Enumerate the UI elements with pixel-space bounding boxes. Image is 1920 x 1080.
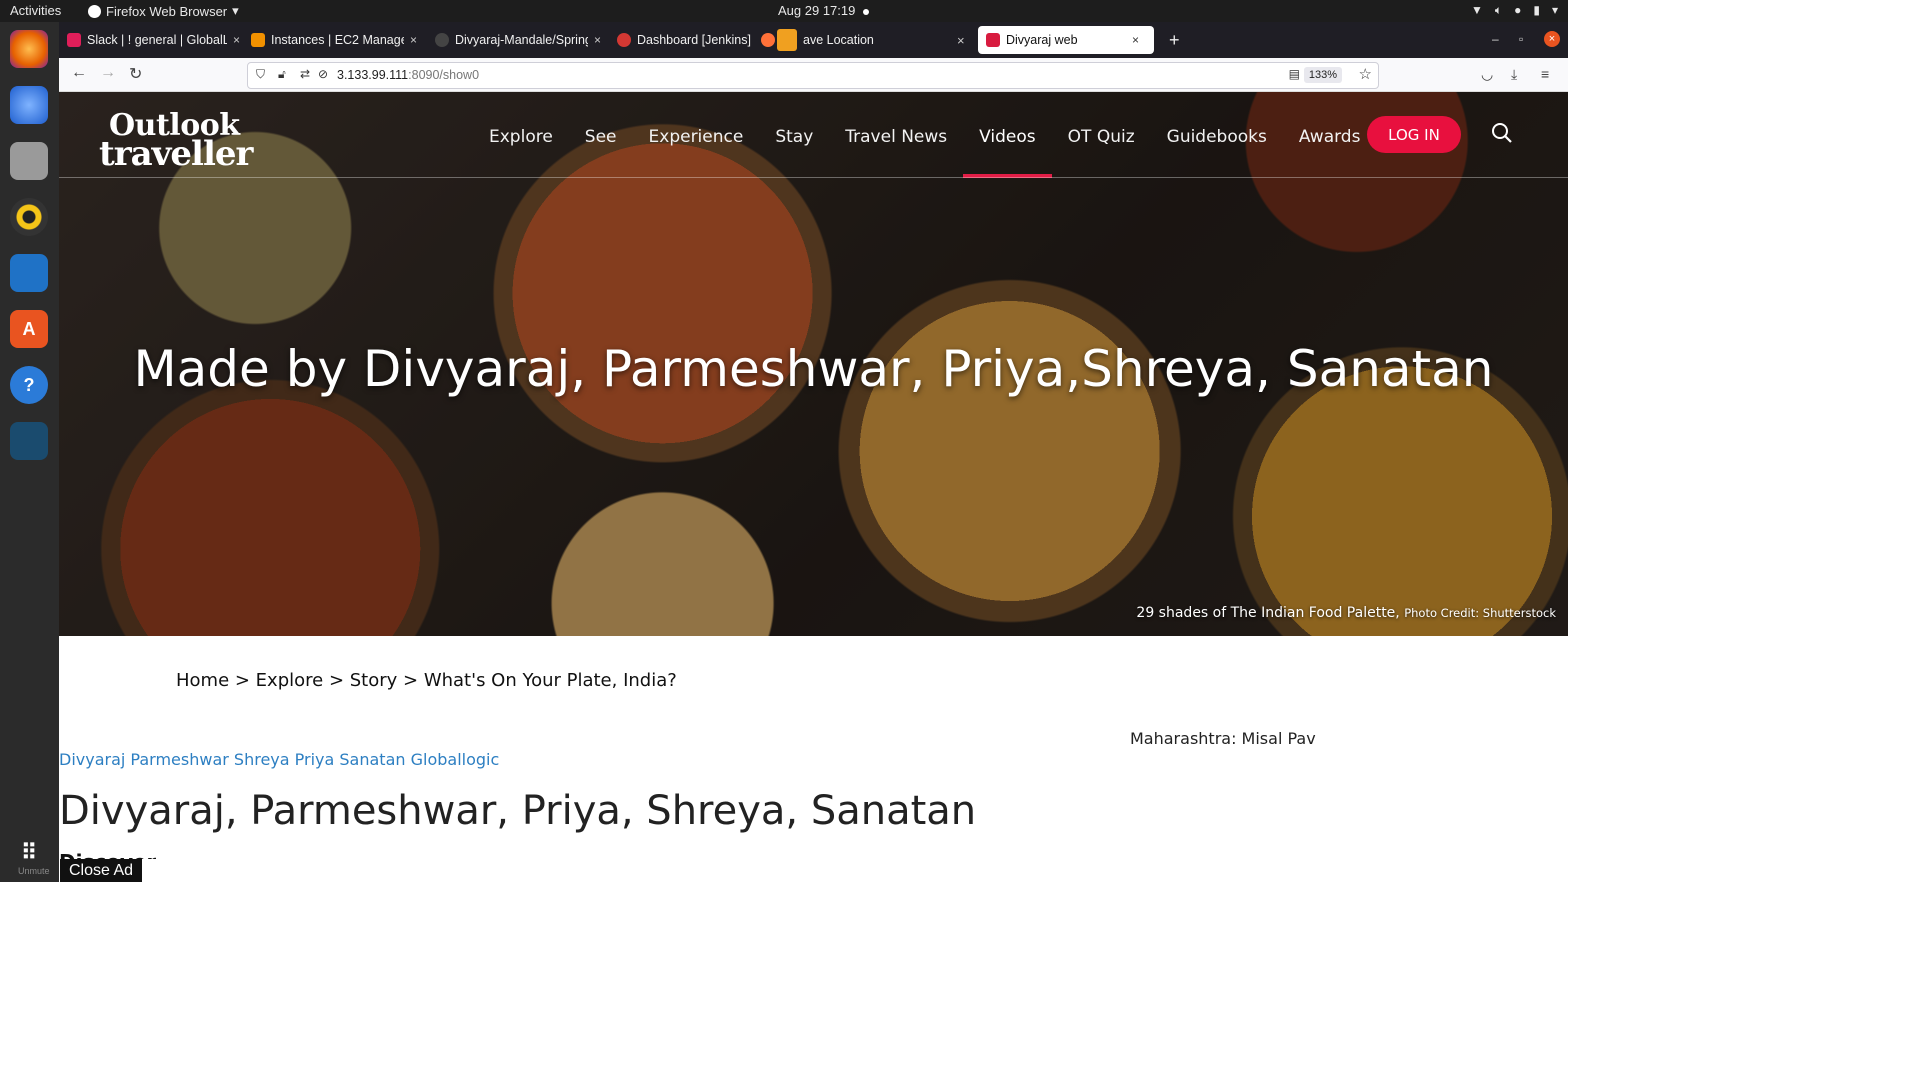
datetime-text: Aug 29 17:19 — [778, 3, 856, 18]
tab-label: Divyaraj-Mandale/Spring — [455, 33, 588, 47]
firefox-icon — [88, 4, 101, 18]
tab-jenkins[interactable]: Dashboard [Jenkins] — [617, 26, 757, 54]
activities-button[interactable]: Activities — [10, 3, 61, 18]
side-article-title[interactable]: Maharashtra: Misal Pav — [1130, 729, 1316, 748]
close-icon[interactable]: × — [410, 33, 417, 47]
navigation-toolbar: ← → ↻ ⛉ 🔓︎ ⇄ ⊘ 3.133.99.111:8090/show0 ▤… — [59, 58, 1568, 92]
writer-dock-icon[interactable] — [10, 254, 48, 292]
jenkins-icon — [617, 33, 631, 47]
nav-item-travel-news[interactable]: Travel News — [829, 127, 963, 147]
tab-ec2[interactable]: Instances | EC2 Managem × — [251, 26, 417, 54]
hero-headline: Made by Divyaraj, Parmeshwar, Priya,Shre… — [133, 340, 1494, 398]
system-top-bar: Activities Firefox Web Browser ▾ Aug 29 … — [0, 0, 1568, 22]
bookmark-star-icon[interactable]: ☆ — [1359, 65, 1372, 83]
firefox-icon — [761, 33, 775, 47]
tab-slack[interactable]: Slack | ! general | GlobalL × — [67, 26, 243, 54]
notification-dot — [863, 8, 870, 15]
help-dock-icon[interactable]: ? — [10, 366, 48, 404]
volume-icon: 🔈︎ — [1494, 3, 1503, 17]
tab-label: Divyaraj web — [1006, 33, 1078, 47]
tab-divyaraj-web[interactable]: Divyaraj web × — [978, 26, 1154, 54]
close-ad-button[interactable]: Close Ad — [60, 859, 142, 882]
reload-button[interactable]: ↻ — [129, 64, 142, 84]
login-button[interactable]: LOG IN — [1367, 116, 1461, 153]
pocket-icon[interactable]: ◡ — [1481, 66, 1493, 83]
firefox-dock-icon[interactable] — [10, 30, 48, 68]
header-divider — [59, 177, 1568, 178]
github-icon — [435, 33, 449, 47]
unmute-label[interactable]: Unmute — [18, 866, 50, 876]
article-subtitle: Discover — [59, 850, 156, 859]
close-icon[interactable]: × — [233, 33, 240, 47]
new-tab-button[interactable]: + — [1169, 30, 1180, 51]
system-tray[interactable]: ▼ 🔈︎ ● ▮ ▾ — [1471, 3, 1558, 18]
hero-caption: 29 shades of The Indian Food Palette, Ph… — [1136, 605, 1556, 621]
photo-credit: Photo Credit: Shutterstock — [1404, 606, 1556, 620]
url-path: :8090/show0 — [408, 68, 480, 82]
site-logo[interactable]: Outlook traveller — [99, 111, 253, 174]
dock: A ? ⠿ — [0, 22, 59, 882]
permissions-icon[interactable]: ⇄ — [300, 67, 310, 81]
close-icon[interactable]: × — [594, 33, 601, 47]
tracking-icon[interactable]: ⊘ — [318, 67, 328, 81]
app-menu[interactable]: Firefox Web Browser ▾ — [88, 3, 239, 19]
window-close-button[interactable]: × — [1544, 31, 1560, 47]
close-icon[interactable]: × — [1132, 33, 1139, 47]
download-icon — [777, 29, 797, 51]
forward-button[interactable]: → — [100, 64, 116, 82]
logo-line-2: traveller — [99, 134, 253, 174]
tab-label: Instances | EC2 Managem — [271, 33, 404, 47]
menu-icon[interactable]: ≡ — [1541, 66, 1549, 82]
search-icon[interactable] — [1491, 122, 1513, 144]
tab-label: ave Location — [803, 33, 874, 47]
app-name: Firefox Web Browser — [106, 3, 228, 19]
tab-github[interactable]: Divyaraj-Mandale/Spring × — [435, 26, 601, 54]
minimize-button[interactable]: – — [1492, 32, 1499, 46]
article-title: Divyaraj, Parmeshwar, Priya, Shreya, San… — [59, 788, 977, 834]
rhythmbox-dock-icon[interactable] — [10, 198, 48, 236]
battery-icon: ▮ — [1533, 3, 1540, 17]
thunderbird-dock-icon[interactable] — [10, 86, 48, 124]
hero-banner: Outlook traveller Explore See Experience St… — [59, 92, 1568, 636]
wifi-icon: ▼ — [1471, 3, 1483, 17]
nav-item-explore[interactable]: Explore — [473, 127, 569, 147]
aws-icon — [251, 33, 265, 47]
tab-label: Dashboard [Jenkins] — [637, 33, 751, 47]
software-dock-icon[interactable]: A — [10, 310, 48, 348]
mysql-workbench-dock-icon[interactable] — [10, 422, 48, 460]
tab-strip: Slack | ! general | GlobalL × Instances … — [59, 22, 1568, 58]
insecure-lock-icon[interactable]: 🔓︎ — [278, 67, 286, 82]
mic-icon: ● — [1514, 3, 1522, 17]
close-icon[interactable]: × — [957, 33, 965, 48]
address-bar[interactable]: ⛉ 🔓︎ ⇄ ⊘ 3.133.99.111:8090/show0 ▤ 133% … — [247, 62, 1379, 89]
shield-icon[interactable]: ⛉ — [256, 67, 265, 82]
site-favicon-icon — [986, 33, 1000, 47]
back-button[interactable]: ← — [71, 64, 87, 82]
nav-item-guidebooks[interactable]: Guidebooks — [1151, 127, 1283, 147]
reader-view-icon[interactable]: ▤ — [1289, 67, 1300, 81]
slack-icon — [67, 33, 81, 47]
url-host: 3.133.99.111 — [337, 68, 409, 82]
chevron-down-icon: ▾ — [232, 3, 239, 18]
nav-item-experience[interactable]: Experience — [633, 127, 760, 147]
tag-link[interactable]: Divyaraj Parmeshwar Shreya Priya Sanatan… — [59, 750, 499, 769]
tab-label: Slack | ! general | GlobalL — [87, 33, 227, 47]
downloads-icon[interactable]: ⤓ — [1511, 66, 1517, 83]
main-menu: Explore See Experience Stay Travel News Video… — [473, 127, 1377, 178]
tab-save-location[interactable]: ave Location — [761, 26, 971, 54]
breadcrumb[interactable]: Home > Explore > Story > What's On Your … — [176, 670, 677, 691]
nav-item-ot-quiz[interactable]: OT Quiz — [1052, 127, 1151, 147]
maximize-button[interactable]: ▫ — [1519, 32, 1523, 46]
nav-item-see[interactable]: See — [569, 127, 633, 147]
clock[interactable]: Aug 29 17:19 — [778, 3, 870, 18]
nav-item-awards[interactable]: Awards — [1283, 127, 1377, 147]
caption-text: 29 shades of The Indian Food Palette, — [1136, 605, 1400, 621]
chevron-down-icon: ▾ — [1551, 3, 1558, 17]
zoom-level[interactable]: 133% — [1303, 67, 1342, 83]
url-text[interactable]: 3.133.99.111:8090/show0 — [337, 68, 479, 82]
nav-item-videos[interactable]: Videos — [963, 127, 1052, 178]
nav-item-stay[interactable]: Stay — [759, 127, 829, 147]
files-dock-icon[interactable] — [10, 142, 48, 180]
